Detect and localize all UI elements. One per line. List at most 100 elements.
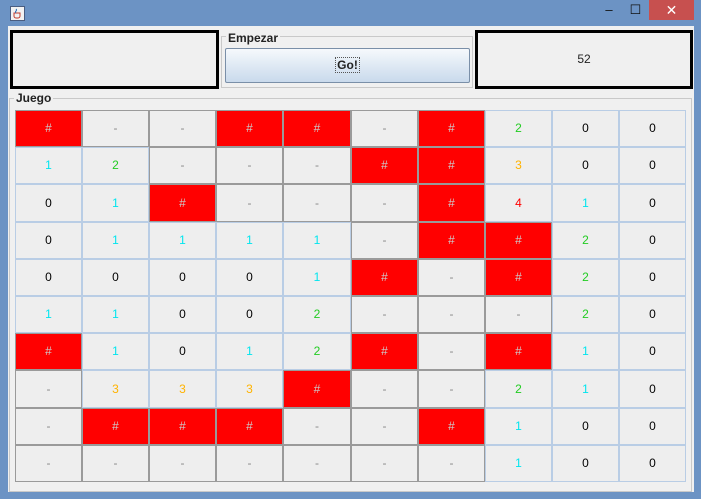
grid-cell[interactable]: 0 — [552, 408, 619, 445]
grid-cell[interactable]: 1 — [82, 184, 149, 222]
grid-cell[interactable]: 1 — [283, 222, 351, 259]
grid-cell[interactable]: 0 — [619, 296, 686, 333]
grid-cell[interactable]: # — [283, 110, 351, 147]
grid-cell[interactable]: 0 — [552, 445, 619, 482]
grid-cell[interactable]: 1 — [485, 408, 552, 445]
grid-cell[interactable]: - — [15, 445, 82, 482]
grid-cell[interactable]: - — [418, 370, 485, 408]
grid-cell[interactable]: 0 — [619, 222, 686, 259]
grid-cell[interactable]: 2 — [552, 296, 619, 333]
grid-cell[interactable]: - — [418, 259, 485, 296]
grid-cell[interactable]: 0 — [619, 408, 686, 445]
grid-cell[interactable]: - — [149, 110, 216, 147]
grid-cell[interactable]: - — [351, 222, 418, 259]
grid-cell[interactable]: 0 — [619, 147, 686, 184]
grid-cell[interactable]: # — [418, 184, 485, 222]
grid-cell[interactable]: # — [283, 370, 351, 408]
grid-cell[interactable]: 0 — [619, 370, 686, 408]
grid-cell[interactable]: 0 — [619, 259, 686, 296]
grid-cell[interactable]: - — [351, 445, 418, 482]
grid-cell[interactable]: - — [351, 184, 418, 222]
grid-cell[interactable]: 3 — [216, 370, 283, 408]
grid-cell[interactable]: - — [351, 370, 418, 408]
go-button[interactable]: Go! — [225, 48, 470, 83]
grid-cell[interactable]: # — [15, 110, 82, 147]
grid-cell[interactable]: 0 — [15, 259, 82, 296]
grid-cell[interactable]: 3 — [82, 370, 149, 408]
grid-cell[interactable]: - — [216, 147, 283, 184]
grid-cell[interactable]: # — [485, 259, 552, 296]
grid-cell[interactable]: # — [15, 333, 82, 370]
grid-cell[interactable]: # — [216, 110, 283, 147]
grid-cell[interactable]: # — [485, 222, 552, 259]
grid-cell[interactable]: - — [351, 110, 418, 147]
grid-cell[interactable]: - — [283, 147, 351, 184]
maximize-button[interactable]: ☐ — [622, 0, 649, 20]
grid-cell[interactable]: - — [485, 296, 552, 333]
grid-cell[interactable]: 1 — [15, 147, 82, 184]
grid-cell[interactable]: # — [351, 333, 418, 370]
grid-cell[interactable]: - — [149, 445, 216, 482]
grid-cell[interactable]: 1 — [552, 333, 619, 370]
grid-cell[interactable]: 2 — [485, 110, 552, 147]
grid-cell[interactable]: # — [351, 147, 418, 184]
grid-cell[interactable]: 1 — [283, 259, 351, 296]
grid-cell[interactable]: 2 — [283, 296, 351, 333]
grid-cell[interactable]: 1 — [15, 296, 82, 333]
grid-cell[interactable]: - — [216, 184, 283, 222]
grid-cell[interactable]: # — [351, 259, 418, 296]
grid-cell[interactable]: 0 — [619, 110, 686, 147]
grid-cell[interactable]: 1 — [552, 370, 619, 408]
grid-cell[interactable]: # — [418, 110, 485, 147]
grid-cell[interactable]: 0 — [619, 184, 686, 222]
grid-cell[interactable]: 1 — [82, 333, 149, 370]
grid-cell[interactable]: - — [149, 147, 216, 184]
grid-cell[interactable]: 0 — [149, 259, 216, 296]
grid-cell[interactable]: 1 — [82, 296, 149, 333]
grid-cell[interactable]: - — [418, 333, 485, 370]
grid-cell[interactable]: 1 — [552, 184, 619, 222]
grid-cell[interactable]: - — [216, 445, 283, 482]
grid-cell[interactable]: # — [418, 222, 485, 259]
grid-cell[interactable]: - — [283, 184, 351, 222]
grid-cell[interactable]: 1 — [216, 333, 283, 370]
grid-cell[interactable]: - — [82, 110, 149, 147]
grid-cell[interactable]: 3 — [149, 370, 216, 408]
grid-cell[interactable]: 2 — [552, 259, 619, 296]
minimize-button[interactable]: – — [596, 0, 622, 20]
grid-cell[interactable]: - — [418, 445, 485, 482]
grid-cell[interactable]: - — [283, 408, 351, 445]
grid-cell[interactable]: # — [418, 147, 485, 184]
grid-cell[interactable]: 1 — [485, 445, 552, 482]
grid-cell[interactable]: 1 — [216, 222, 283, 259]
grid-cell[interactable]: # — [149, 408, 216, 445]
grid-cell[interactable]: 2 — [283, 333, 351, 370]
grid-cell[interactable]: 2 — [82, 147, 149, 184]
grid-cell[interactable]: - — [82, 445, 149, 482]
grid-cell[interactable]: # — [216, 408, 283, 445]
grid-cell[interactable]: # — [149, 184, 216, 222]
grid-cell[interactable]: 0 — [15, 184, 82, 222]
grid-cell[interactable]: 0 — [619, 445, 686, 482]
grid-cell[interactable]: - — [418, 296, 485, 333]
grid-cell[interactable]: # — [485, 333, 552, 370]
close-button[interactable]: ✕ — [649, 0, 694, 20]
grid-cell[interactable]: 0 — [82, 259, 149, 296]
grid-cell[interactable]: 0 — [619, 333, 686, 370]
grid-cell[interactable]: 1 — [82, 222, 149, 259]
grid-cell[interactable]: - — [15, 370, 82, 408]
grid-cell[interactable]: 1 — [149, 222, 216, 259]
grid-cell[interactable]: 0 — [552, 147, 619, 184]
grid-cell[interactable]: 0 — [15, 222, 82, 259]
grid-cell[interactable]: 3 — [485, 147, 552, 184]
grid-cell[interactable]: - — [351, 408, 418, 445]
grid-cell[interactable]: 4 — [485, 184, 552, 222]
grid-cell[interactable]: 0 — [216, 296, 283, 333]
grid-cell[interactable]: # — [418, 408, 485, 445]
grid-cell[interactable]: - — [15, 408, 82, 445]
grid-cell[interactable]: - — [351, 296, 418, 333]
grid-cell[interactable]: # — [82, 408, 149, 445]
grid-cell[interactable]: 0 — [149, 333, 216, 370]
grid-cell[interactable]: 0 — [149, 296, 216, 333]
grid-cell[interactable]: 0 — [552, 110, 619, 147]
